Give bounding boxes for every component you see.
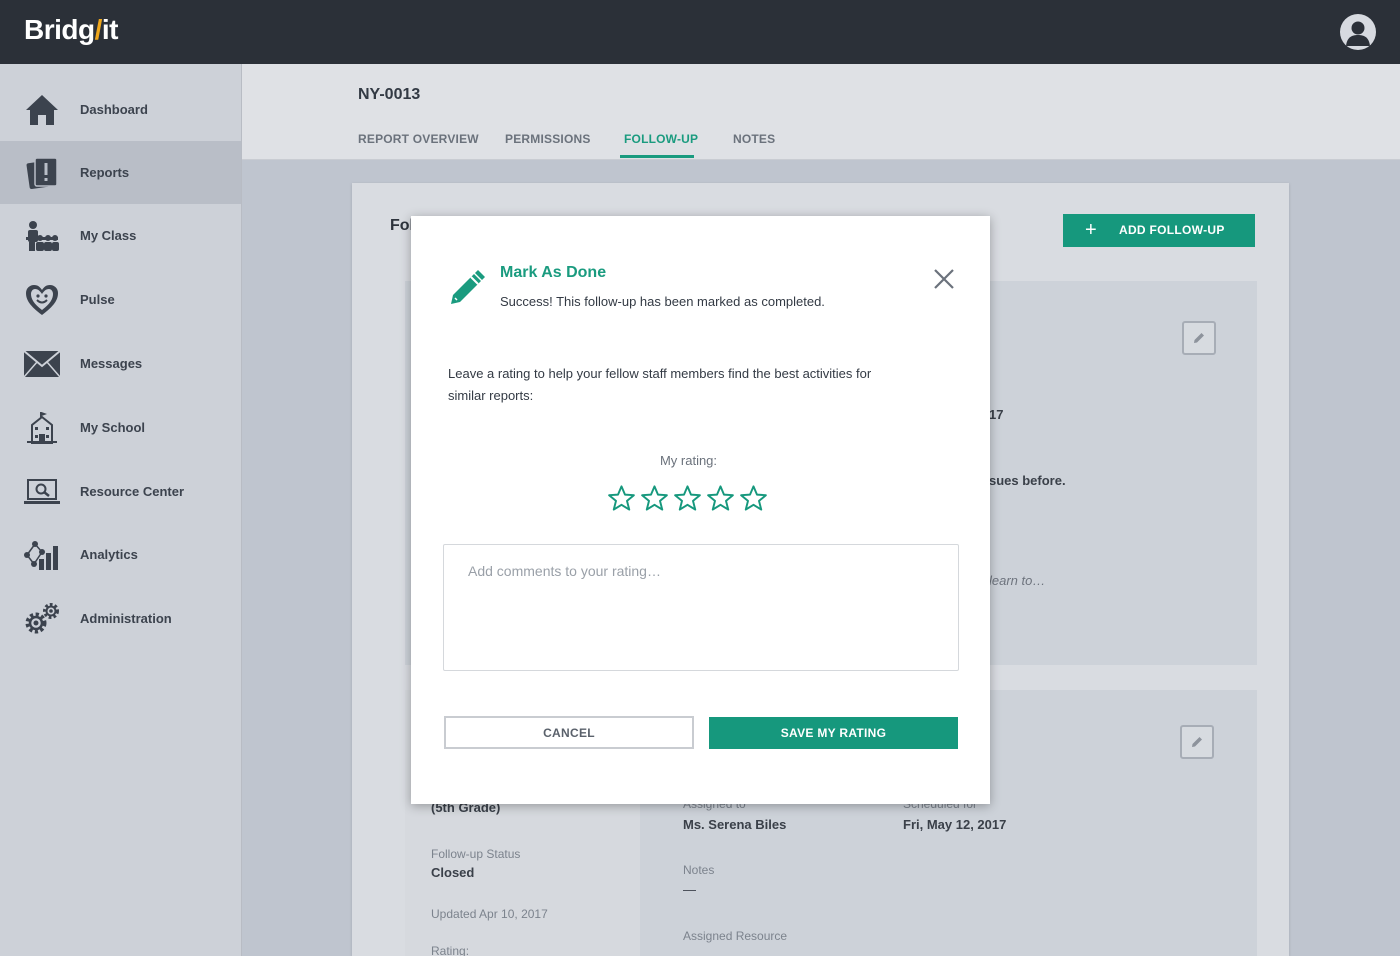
sidebar-item-label: Resource Center — [80, 484, 185, 499]
tab-report-overview[interactable]: REPORT OVERVIEW — [358, 132, 479, 146]
card-partial-date: 17 — [989, 407, 1004, 422]
save-rating-button[interactable]: SAVE MY RATING — [709, 717, 958, 749]
home-icon — [22, 90, 62, 130]
gears-icon — [22, 599, 62, 639]
class-icon — [22, 216, 62, 256]
follow-up-status-value: Closed — [431, 865, 475, 880]
edit-button[interactable] — [1182, 321, 1216, 355]
star-icon[interactable] — [739, 484, 768, 513]
updated-date: Updated Apr 10, 2017 — [431, 907, 548, 921]
report-id: NY-0013 — [358, 86, 421, 103]
sidebar-item-label: My School — [80, 420, 146, 435]
sidebar-item-my-school[interactable]: My School — [0, 396, 241, 459]
pencil-icon — [447, 268, 485, 308]
tab-notes[interactable]: NOTES — [733, 132, 775, 146]
rating-label: Rating: — [431, 944, 470, 956]
notes-value: — — [683, 882, 696, 897]
mark-as-done-modal: Mark As Done Success! This follow-up has… — [411, 216, 990, 804]
star-icon[interactable] — [640, 484, 669, 513]
modal-title: Mark As Done — [500, 264, 607, 281]
sidebar-item-administration[interactable]: Administration — [0, 587, 241, 650]
pencil-icon — [1192, 737, 1202, 747]
star-icon[interactable] — [706, 484, 735, 513]
reports-icon — [22, 153, 62, 193]
logo-text-prefix: Bridg — [24, 14, 95, 45]
sidebar-item-label: Reports — [80, 165, 130, 180]
logo-text-suffix: it — [101, 14, 119, 45]
logo-mark: / — [94, 14, 103, 45]
my-rating-label: My rating: — [659, 453, 718, 468]
sidebar-item-label: Administration — [80, 611, 172, 626]
heart-face-icon — [22, 280, 62, 320]
analytics-icon — [22, 535, 62, 575]
card-partial-italic: learn to… — [989, 573, 1046, 588]
cancel-button[interactable]: CANCEL — [444, 716, 694, 749]
pencil-icon — [1194, 333, 1204, 343]
star-icon[interactable] — [673, 484, 702, 513]
card-partial-text: sues before. — [989, 473, 1066, 488]
notes-label: Notes — [683, 863, 715, 877]
plus-icon: + — [1085, 219, 1097, 241]
sidebar-item-analytics[interactable]: Analytics — [0, 523, 241, 586]
active-tab-indicator — [620, 155, 694, 158]
sidebar-item-pulse[interactable]: Pulse — [0, 268, 241, 331]
sidebar: Dashboard Reports My Class Pulse Message… — [0, 64, 242, 956]
modal-description: Leave a rating to help your fellow staff… — [448, 366, 872, 403]
sidebar-item-label: Analytics — [80, 547, 138, 562]
sidebar-item-resource-center[interactable]: Resource Center — [0, 460, 241, 523]
add-follow-up-button[interactable]: + ADD FOLLOW-UP — [1063, 214, 1255, 247]
envelope-icon — [22, 344, 62, 384]
report-header: NY-0013 REPORT OVERVIEW PERMISSIONS FOLL… — [242, 64, 1400, 160]
modal-subtitle: Success! This follow-up has been marked … — [500, 294, 825, 309]
laptop-search-icon — [22, 472, 62, 512]
follow-up-status-label: Follow-up Status — [431, 847, 521, 861]
rating-comment-input[interactable] — [443, 544, 959, 671]
sidebar-item-messages[interactable]: Messages — [0, 332, 241, 395]
sidebar-item-my-class[interactable]: My Class — [0, 204, 241, 267]
assigned-to-value: Ms. Serena Biles — [683, 817, 787, 832]
star-icon[interactable] — [607, 484, 636, 513]
star-rating[interactable] — [607, 484, 768, 516]
tab-follow-up[interactable]: FOLLOW-UP — [624, 132, 698, 146]
close-icon[interactable] — [931, 266, 957, 292]
top-bar: Bridg/it — [0, 0, 1400, 64]
add-follow-up-label: ADD FOLLOW-UP — [1119, 223, 1225, 237]
assigned-resource-label: Assigned Resource — [683, 929, 788, 943]
edit-button[interactable] — [1180, 725, 1214, 759]
sidebar-item-reports[interactable]: Reports — [0, 141, 241, 204]
scheduled-for-value: Fri, May 12, 2017 — [903, 817, 1007, 832]
sidebar-item-label: My Class — [80, 228, 137, 243]
sidebar-item-label: Dashboard — [80, 102, 148, 117]
bridgit-logo[interactable]: Bridg/it — [24, 14, 119, 46]
sidebar-item-label: Pulse — [80, 292, 115, 307]
user-avatar-icon[interactable] — [1340, 14, 1376, 50]
sidebar-item-dashboard[interactable]: Dashboard — [0, 78, 241, 141]
tab-permissions[interactable]: PERMISSIONS — [505, 132, 591, 146]
school-icon — [22, 408, 62, 448]
sidebar-item-label: Messages — [80, 356, 143, 371]
